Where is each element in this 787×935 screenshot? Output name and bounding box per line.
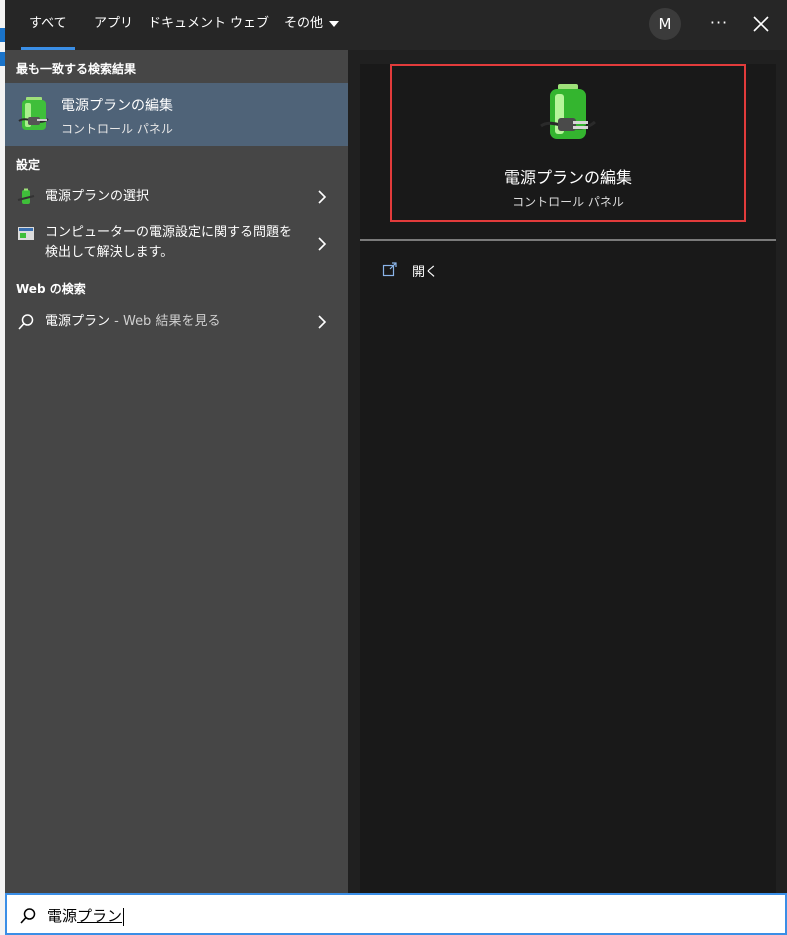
search-icon <box>18 314 34 330</box>
chevron-right-icon <box>318 190 327 204</box>
search-input[interactable]: 電源プラン <box>5 893 787 935</box>
troubleshoot-icon <box>18 227 34 240</box>
chevron-right-icon <box>318 315 327 329</box>
close-icon <box>753 16 769 32</box>
preview-title: 電源プランの編集 <box>503 168 632 187</box>
section-title-settings: 設定 <box>16 158 41 172</box>
tab-all[interactable]: すべて <box>21 0 75 50</box>
more-options-button[interactable]: ··· <box>703 8 735 40</box>
settings-item-label: 電源プランの選択 <box>45 189 150 204</box>
best-match-subtitle: コントロール パネル <box>61 122 173 136</box>
section-title-web: Web の検索 <box>16 282 86 296</box>
search-icon <box>20 908 36 924</box>
avatar[interactable]: M <box>649 8 681 40</box>
web-search-query: 電源プラン <box>45 314 111 329</box>
text-cursor <box>123 907 125 926</box>
chevron-down-icon <box>329 20 340 27</box>
search-value-composing: プラン <box>77 907 123 925</box>
divider <box>360 239 776 241</box>
section-title-best-match: 最も一致する検索結果 <box>16 62 137 76</box>
start-search-panel: すべて アプリ ドキュメント ウェブ その他 M ··· 最も一致する検索結果 … <box>5 0 787 893</box>
power-plan-icon <box>17 188 35 204</box>
best-match-title: 電源プランの編集 <box>61 98 173 114</box>
open-external-icon <box>382 262 397 277</box>
close-button[interactable] <box>745 6 777 42</box>
tab-documents[interactable]: ドキュメント <box>148 0 226 50</box>
settings-item-label-line1: コンピューターの電源設定に関する問題を <box>45 225 293 240</box>
tab-apps[interactable]: アプリ <box>94 0 133 50</box>
tab-more[interactable]: その他 <box>284 0 340 50</box>
results-column: 最も一致する検索結果 電源プランの編集 コントロール パネル 設定 電源プランの… <box>5 50 348 893</box>
web-search-item[interactable]: 電源プラン - Web 結果を見る <box>5 311 348 333</box>
open-label: 開く <box>412 265 439 280</box>
tab-web[interactable]: ウェブ <box>230 0 269 50</box>
search-value-prefix: 電源 <box>47 907 78 925</box>
chevron-right-icon <box>318 237 327 251</box>
settings-item-label-line2: 検出して解決します。 <box>45 245 174 260</box>
battery-plug-icon[interactable] <box>538 80 598 150</box>
preview-subtitle: コントロール パネル <box>512 195 624 209</box>
best-match-item[interactable]: 電源プランの編集 コントロール パネル <box>5 83 348 146</box>
preview-pane: 電源プランの編集 コントロール パネル 開く <box>360 64 776 893</box>
settings-item-troubleshoot[interactable]: コンピューターの電源設定に関する問題を 検出して解決します。 <box>5 223 348 265</box>
web-search-suffix: - Web 結果を見る <box>110 314 221 329</box>
battery-plug-icon <box>18 97 49 130</box>
search-value: 電源プラン <box>47 905 125 926</box>
settings-item-power-plan[interactable]: 電源プランの選択 <box>5 186 348 208</box>
tab-bar: すべて アプリ ドキュメント ウェブ その他 M ··· <box>5 0 787 50</box>
